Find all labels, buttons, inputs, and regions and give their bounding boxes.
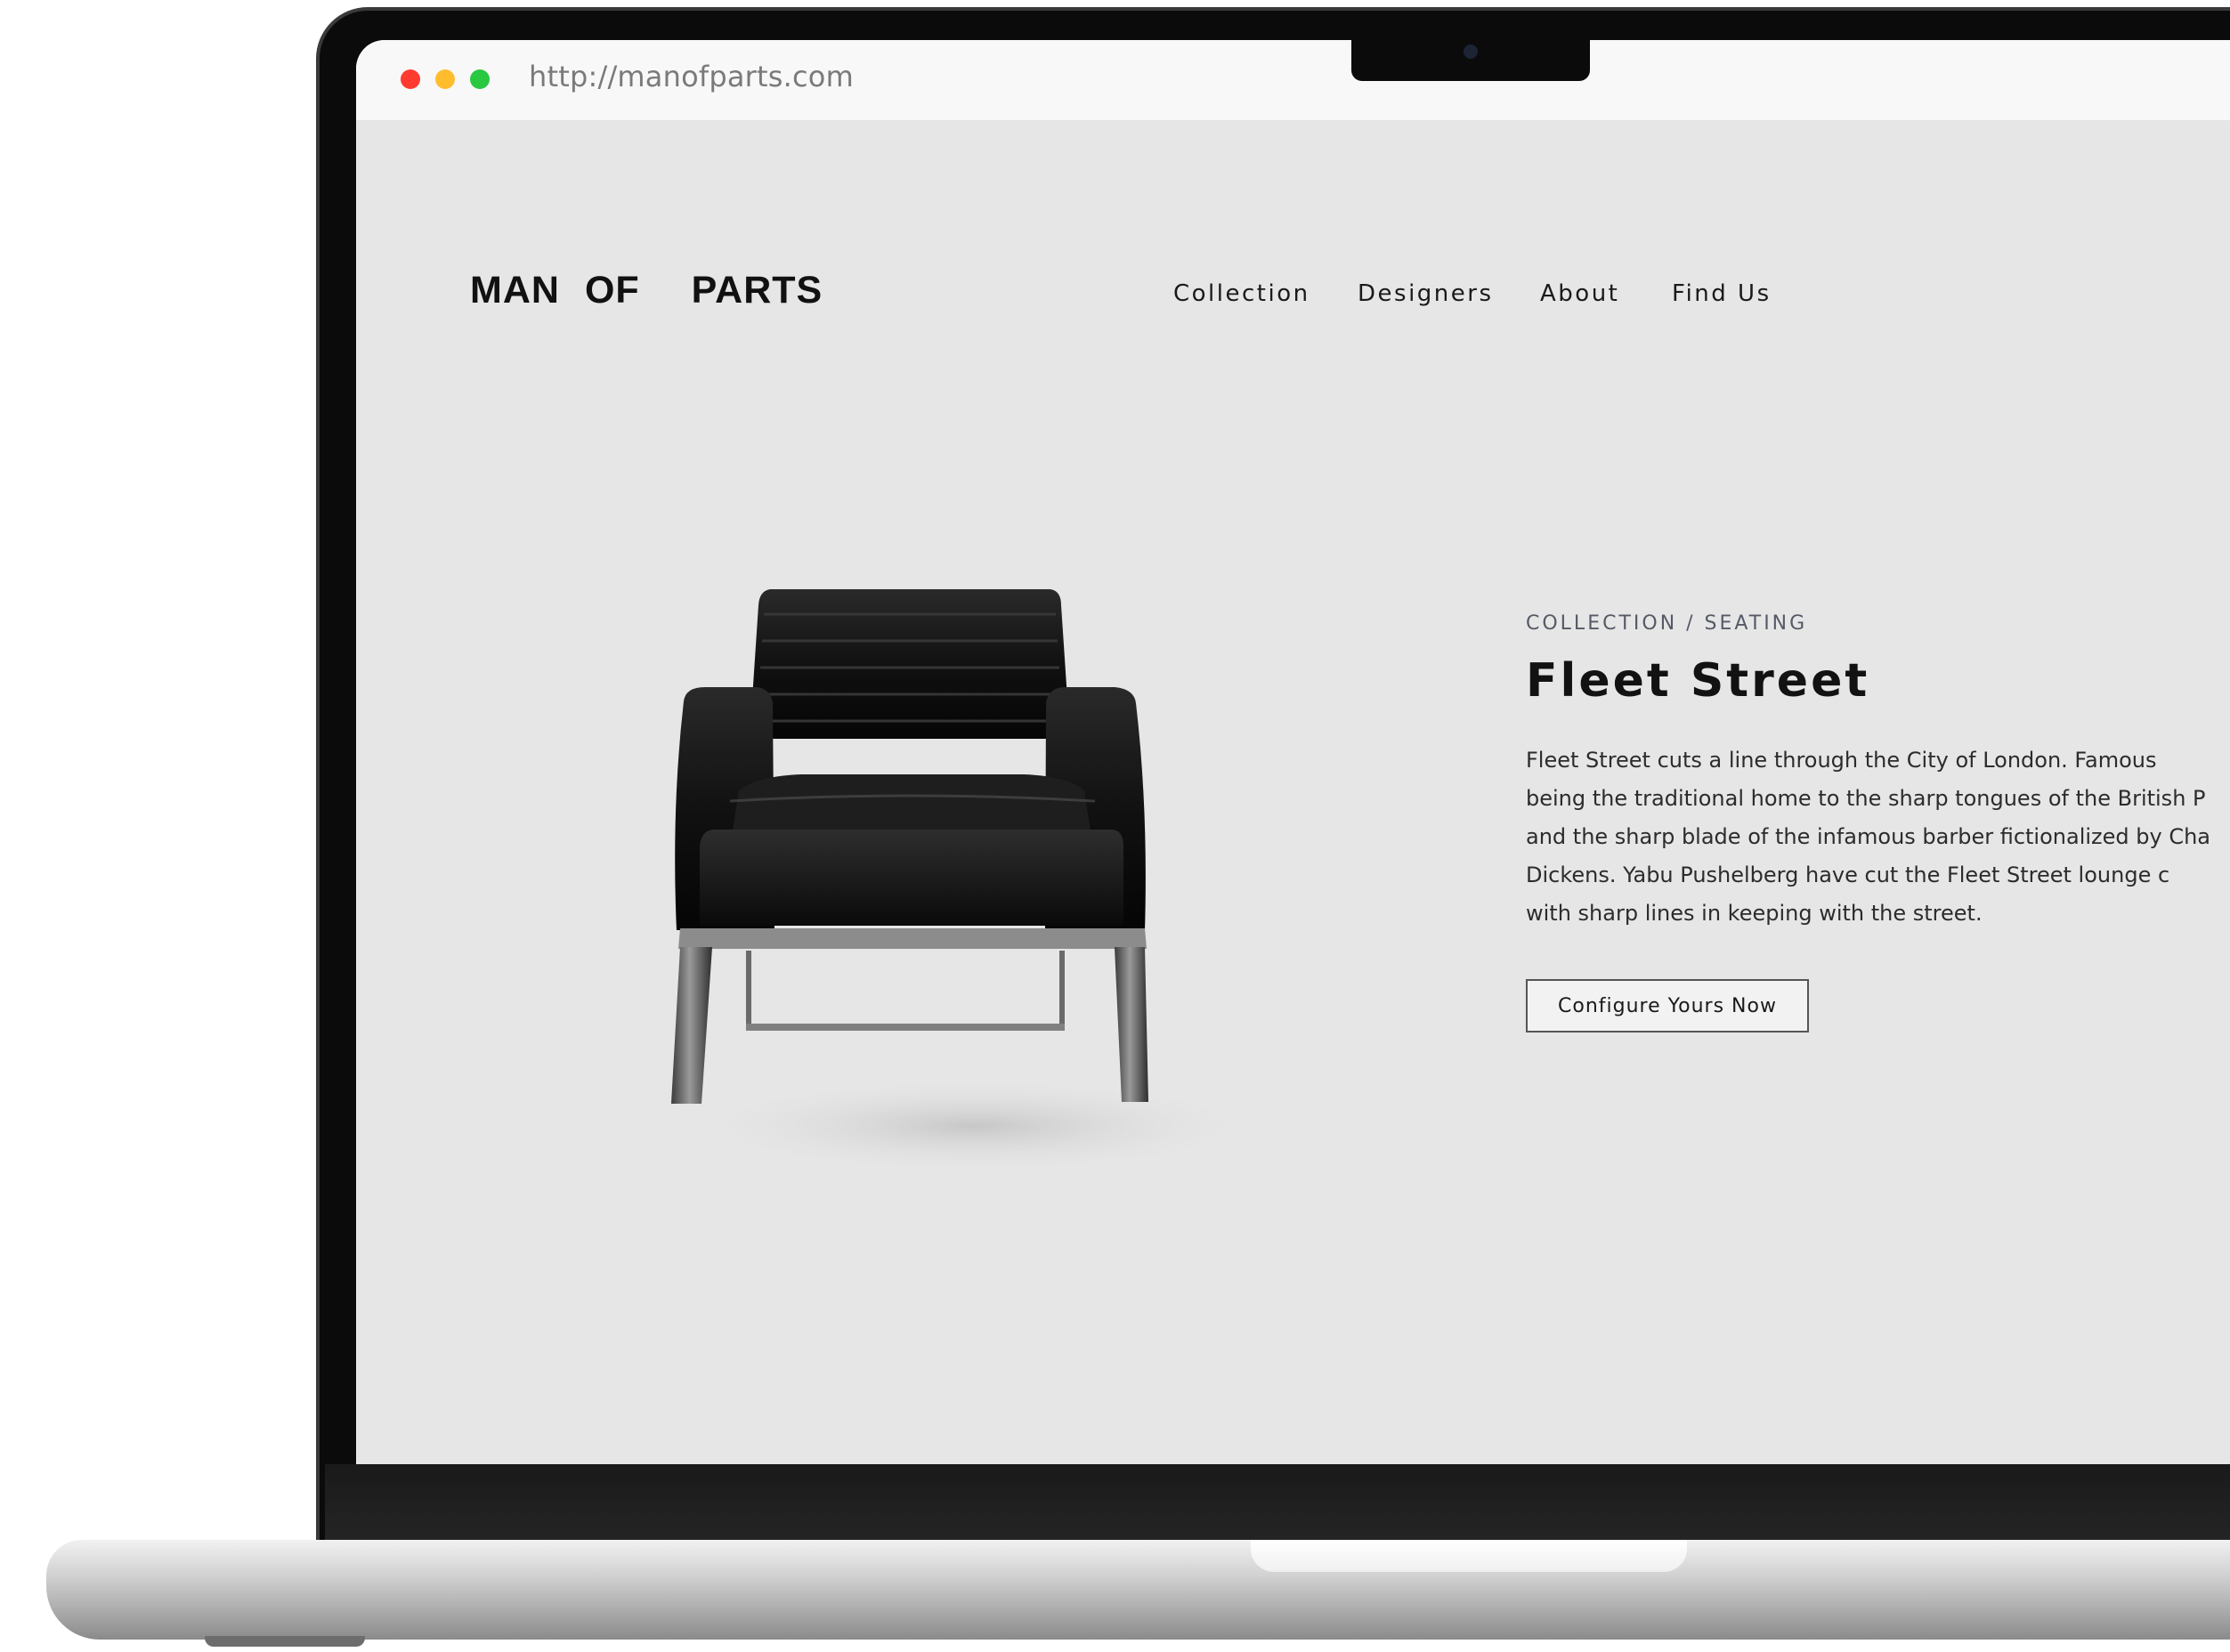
- description-line: with sharp lines in keeping with the str…: [1526, 901, 1983, 926]
- nav-link-designers[interactable]: Designers: [1358, 280, 1494, 307]
- product-title: Fleet Street: [1526, 654, 1870, 708]
- screen: http://manofparts.com MAN OF PARTS Collect…: [356, 40, 2230, 1464]
- logo-word: MAN: [470, 269, 560, 312]
- minimize-dot-icon[interactable]: [435, 69, 455, 89]
- laptop-foot: [205, 1636, 365, 1647]
- maximize-dot-icon[interactable]: [470, 69, 490, 89]
- logo-word: OF: [584, 269, 640, 312]
- site-logo[interactable]: MAN OF PARTS: [470, 269, 823, 312]
- laptop-base: [46, 1540, 2230, 1640]
- description-line: Fleet Street cuts a line through the Cit…: [1526, 748, 2157, 773]
- description-line: being the traditional home to the sharp …: [1526, 786, 2206, 811]
- logo-word: PARTS: [691, 269, 823, 312]
- nav-link-collection[interactable]: Collection: [1173, 280, 1310, 307]
- camera-icon: [1464, 45, 1478, 59]
- close-dot-icon[interactable]: [401, 69, 420, 89]
- description-line: and the sharp blade of the infamous barb…: [1526, 824, 2211, 849]
- configure-button[interactable]: Configure Yours Now: [1526, 979, 1809, 1032]
- product-image: [659, 579, 1282, 1202]
- laptop-base-groove: [1251, 1540, 1687, 1572]
- nav-link-about[interactable]: About: [1540, 280, 1619, 307]
- browser-toolbar: http://manofparts.com: [356, 40, 2230, 120]
- nav-link-find-us[interactable]: Find Us: [1672, 280, 1772, 307]
- address-bar[interactable]: http://manofparts.com: [529, 60, 854, 93]
- armchair-illustration: [671, 589, 1269, 1175]
- breadcrumb: COLLECTION / SEATING: [1526, 612, 1808, 635]
- product-description: Fleet Street cuts a line through the Cit…: [1526, 741, 2230, 933]
- device-mockup: http://manofparts.com MAN OF PARTS Collect…: [0, 0, 2230, 1652]
- description-line: Dickens. Yabu Pushelberg have cut the Fl…: [1526, 862, 2170, 887]
